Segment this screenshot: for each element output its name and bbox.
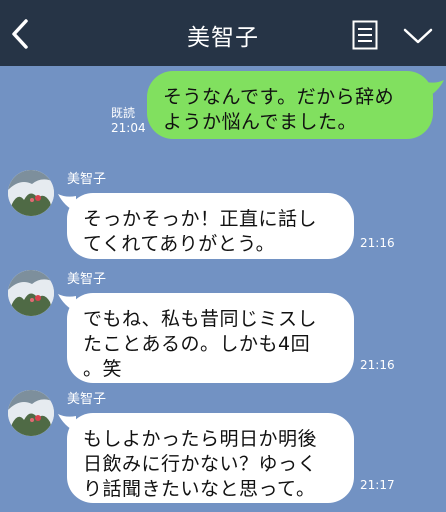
- chat-area[interactable]: 既読 21:04 そうなんです。だから辞め ようか悩んでました。 美智子 そっか…: [0, 66, 446, 512]
- message-text-line: でもね、私も昔同じミスし: [83, 308, 318, 330]
- message-text-line: そうなんです。だから辞め: [163, 86, 395, 108]
- message-text-line: てくれてありがとう。: [83, 233, 276, 255]
- avatar[interactable]: [8, 270, 54, 316]
- message-time: 21:16: [360, 358, 395, 372]
- message-text-line: ようか悩んでました。: [163, 111, 358, 133]
- read-label: 既読: [111, 106, 136, 120]
- message-bubble-received[interactable]: もしよかったら明日か明後 日飲みに行かない？ゆっく り話聞きたいなと思って。: [67, 413, 354, 503]
- sender-name: 美智子: [67, 172, 107, 187]
- list-icon: [352, 20, 378, 50]
- message-text-line: り話聞きたいなと思って。: [83, 478, 316, 500]
- chat-title: 美智子: [187, 25, 259, 51]
- avatar-photo: [8, 170, 54, 216]
- message-text-line: 日飲みに行かない？ゆっく: [83, 453, 318, 475]
- message-time: 21:17: [360, 478, 395, 492]
- chat-header: 美智子: [0, 0, 446, 66]
- message-text-line: そっかそっか！正直に話し: [83, 208, 318, 230]
- message-time: 21:16: [360, 236, 395, 250]
- collapse-button[interactable]: [402, 26, 434, 46]
- message-text-line: 。笑: [83, 358, 123, 380]
- sender-name: 美智子: [67, 272, 107, 287]
- avatar-photo: [8, 270, 54, 316]
- message-time: 21:04: [111, 121, 146, 135]
- message-bubble-received[interactable]: そっかそっか！正直に話し てくれてありがとう。: [67, 193, 354, 259]
- read-receipt: 既読 21:04: [111, 106, 146, 136]
- sender-name: 美智子: [67, 392, 107, 407]
- chevron-down-icon: [403, 28, 433, 44]
- avatar[interactable]: [8, 390, 54, 436]
- menu-button[interactable]: [352, 20, 378, 50]
- avatar-photo: [8, 390, 54, 436]
- message-text-line: たことあるの。しかも4回: [83, 333, 311, 355]
- message-bubble-received[interactable]: でもね、私も昔同じミスし たことあるの。しかも4回 。笑: [67, 293, 354, 383]
- message-text-line: もしよかったら明日か明後: [83, 428, 318, 450]
- avatar[interactable]: [8, 170, 54, 216]
- message-bubble-sent[interactable]: そうなんです。だから辞め ようか悩んでました。: [147, 71, 433, 139]
